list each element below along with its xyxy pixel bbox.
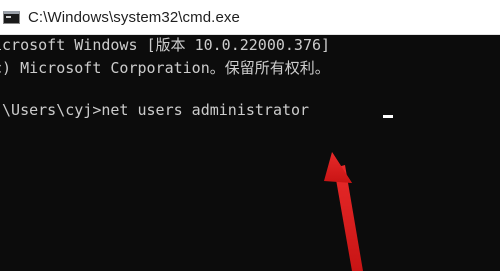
- cmd-window: C:\Windows\system32\cmd.exe icrosoft Win…: [0, 0, 500, 271]
- red-arrow-annotation: [324, 152, 363, 271]
